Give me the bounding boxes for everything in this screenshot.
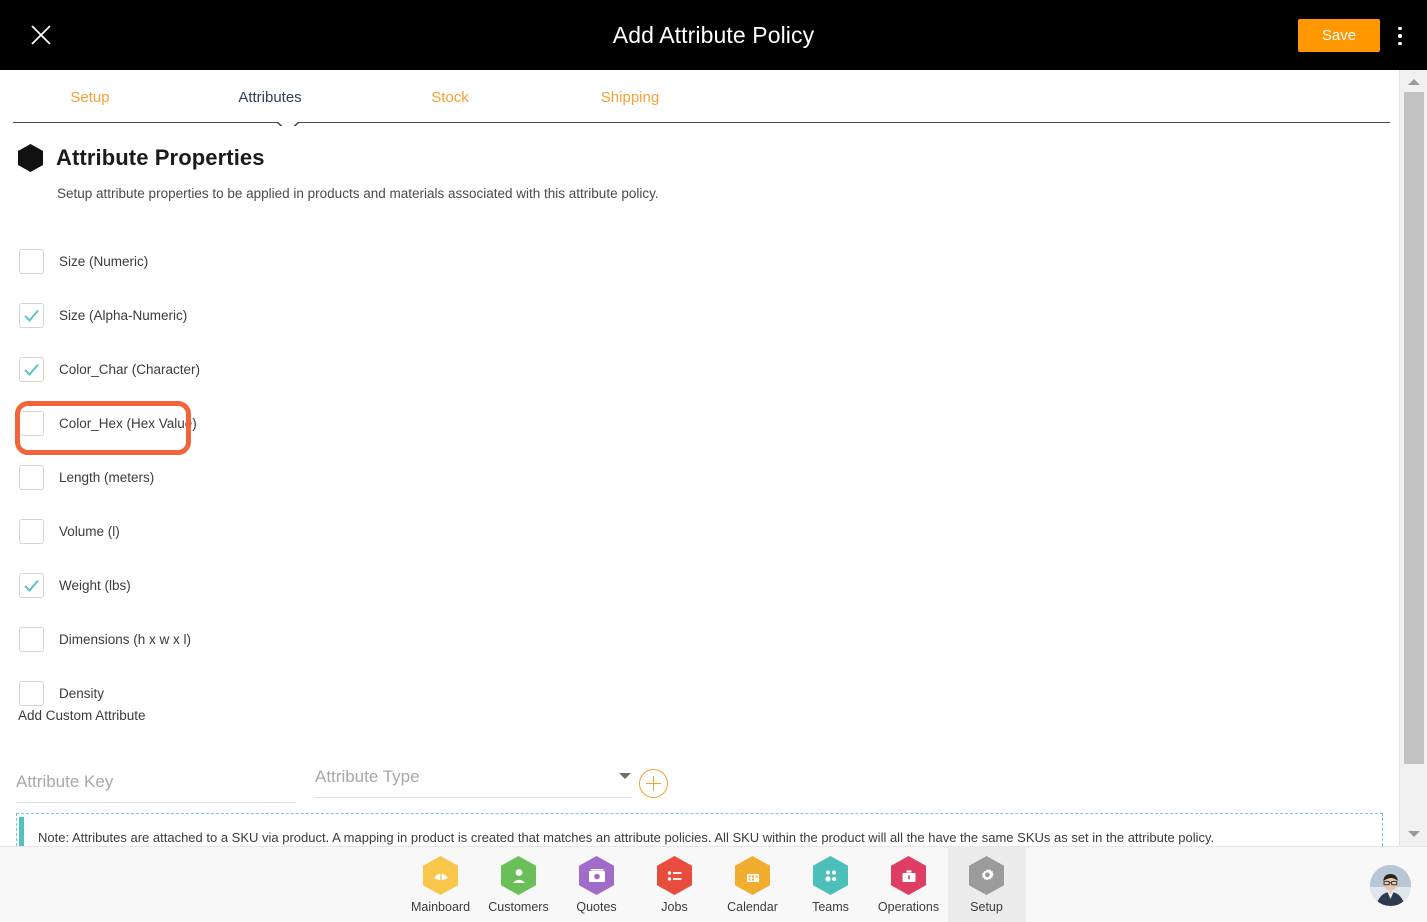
attribute-type-select[interactable] xyxy=(315,756,631,798)
teams-icon xyxy=(813,856,848,895)
attribute-row-length[interactable]: Length (meters) xyxy=(18,450,718,504)
nav-item-jobs[interactable]: Jobs xyxy=(636,847,714,922)
nav-item-mainboard[interactable]: Mainboard xyxy=(402,847,480,922)
nav-label: Customers xyxy=(488,900,549,914)
app-window: Add Attribute Policy Save Setup Attribut… xyxy=(0,0,1427,922)
operations-icon xyxy=(891,856,926,895)
checkbox-weight[interactable] xyxy=(19,572,44,598)
chevron-down-icon[interactable] xyxy=(619,773,631,779)
attribute-label: Color_Hex (Hex Value) xyxy=(59,415,197,431)
nav-item-setup[interactable]: Setup xyxy=(947,847,1026,922)
scrollbar-thumb[interactable] xyxy=(1404,92,1424,764)
attribute-checkbox-list: Size (Numeric) Size (Alpha-Numeric) Colo… xyxy=(18,234,718,720)
checkbox-length[interactable] xyxy=(19,464,44,490)
attribute-key-input[interactable] xyxy=(16,761,296,803)
checkbox-dimensions[interactable] xyxy=(19,626,44,652)
attribute-label: Dimensions (h x w x l) xyxy=(59,631,192,647)
plus-circle-icon[interactable] xyxy=(639,769,668,798)
vertical-scrollbar[interactable] xyxy=(1399,70,1427,846)
nav-label: Operations xyxy=(877,900,940,914)
checkbox-volume[interactable] xyxy=(19,518,44,544)
add-custom-attribute-heading: Add Custom Attribute xyxy=(18,708,146,723)
quotes-icon xyxy=(579,856,614,895)
title-bar: Add Attribute Policy Save xyxy=(0,0,1427,70)
page-title: Add Attribute Policy xyxy=(612,21,815,48)
custom-attribute-form xyxy=(16,751,696,811)
nav-item-customers[interactable]: Customers xyxy=(480,847,558,922)
hexagon-icon xyxy=(18,144,43,172)
attribute-row-color-hex[interactable]: Color_Hex (Hex Value) xyxy=(18,396,718,450)
nav-label: Mainboard xyxy=(410,900,471,914)
attribute-row-dimensions[interactable]: Dimensions (h x w x l) xyxy=(18,612,718,666)
tab-list: Setup Attributes Stock Shipping xyxy=(0,70,760,124)
attribute-label: Color_Char (Character) xyxy=(59,361,201,377)
checkbox-color-char[interactable] xyxy=(19,356,44,382)
attribute-label: Weight (lbs) xyxy=(59,577,131,593)
nav-item-calendar[interactable]: Calendar xyxy=(714,847,792,922)
gear-icon xyxy=(969,856,1004,895)
attribute-label: Size (Alpha-Numeric) xyxy=(59,307,188,323)
attribute-row-color-char[interactable]: Color_Char (Character) xyxy=(18,342,718,396)
jobs-icon xyxy=(657,856,692,895)
attribute-row-size-numeric[interactable]: Size (Numeric) xyxy=(18,234,718,288)
scroll-up-arrow-icon[interactable] xyxy=(1400,72,1427,92)
attribute-row-size-alpha-numeric[interactable]: Size (Alpha-Numeric) xyxy=(18,288,718,342)
tab-setup[interactable]: Setup xyxy=(0,70,180,124)
attribute-label: Length (meters) xyxy=(59,469,155,485)
nav-item-operations[interactable]: Operations xyxy=(870,847,948,922)
checkbox-density[interactable] xyxy=(19,680,44,706)
tab-underline xyxy=(13,122,1390,123)
nav-label: Quotes xyxy=(576,900,617,914)
customers-icon xyxy=(501,856,536,895)
attribute-label: Volume (l) xyxy=(59,523,120,539)
attribute-label: Density xyxy=(59,685,105,701)
note-text: Note: Attributes are attached to a SKU v… xyxy=(38,829,1215,845)
section-title: Attribute Properties xyxy=(56,145,265,170)
attribute-row-volume[interactable]: Volume (l) xyxy=(18,504,718,558)
calendar-icon xyxy=(735,856,770,895)
tab-stock[interactable]: Stock xyxy=(360,70,540,124)
bottom-navigation-bar: Mainboard Customers Quotes Jobs Calendar… xyxy=(0,846,1427,922)
attribute-row-weight[interactable]: Weight (lbs) xyxy=(18,558,718,612)
checkbox-size-alpha-numeric[interactable] xyxy=(19,302,44,328)
tab-bar: Setup Attributes Stock Shipping xyxy=(0,70,1399,133)
tab-shipping[interactable]: Shipping xyxy=(540,70,720,124)
nav-label: Jobs xyxy=(661,900,688,914)
kebab-menu-icon[interactable] xyxy=(1386,20,1414,52)
nav-item-list: Mainboard Customers Quotes Jobs Calendar… xyxy=(0,847,1427,922)
save-button[interactable]: Save xyxy=(1298,19,1380,52)
attribute-label: Size (Numeric) xyxy=(59,253,149,269)
checkbox-color-hex[interactable] xyxy=(19,410,44,436)
tab-attributes[interactable]: Attributes xyxy=(180,70,360,124)
section-subtitle: Setup attribute properties to be applied… xyxy=(57,186,659,201)
scroll-down-arrow-icon[interactable] xyxy=(1400,824,1427,844)
attributes-panel: Attribute Properties Setup attribute pro… xyxy=(0,126,1399,861)
nav-label: Teams xyxy=(812,900,849,914)
nav-label: Setup xyxy=(970,900,1003,914)
user-avatar[interactable] xyxy=(1370,865,1411,906)
nav-item-quotes[interactable]: Quotes xyxy=(558,847,636,922)
checkbox-size-numeric[interactable] xyxy=(19,248,44,274)
nav-label: Calendar xyxy=(727,900,778,914)
close-icon[interactable] xyxy=(24,18,58,52)
nav-item-teams[interactable]: Teams xyxy=(792,847,870,922)
mainboard-icon xyxy=(423,856,458,895)
section-header: Attribute Properties xyxy=(18,144,265,172)
